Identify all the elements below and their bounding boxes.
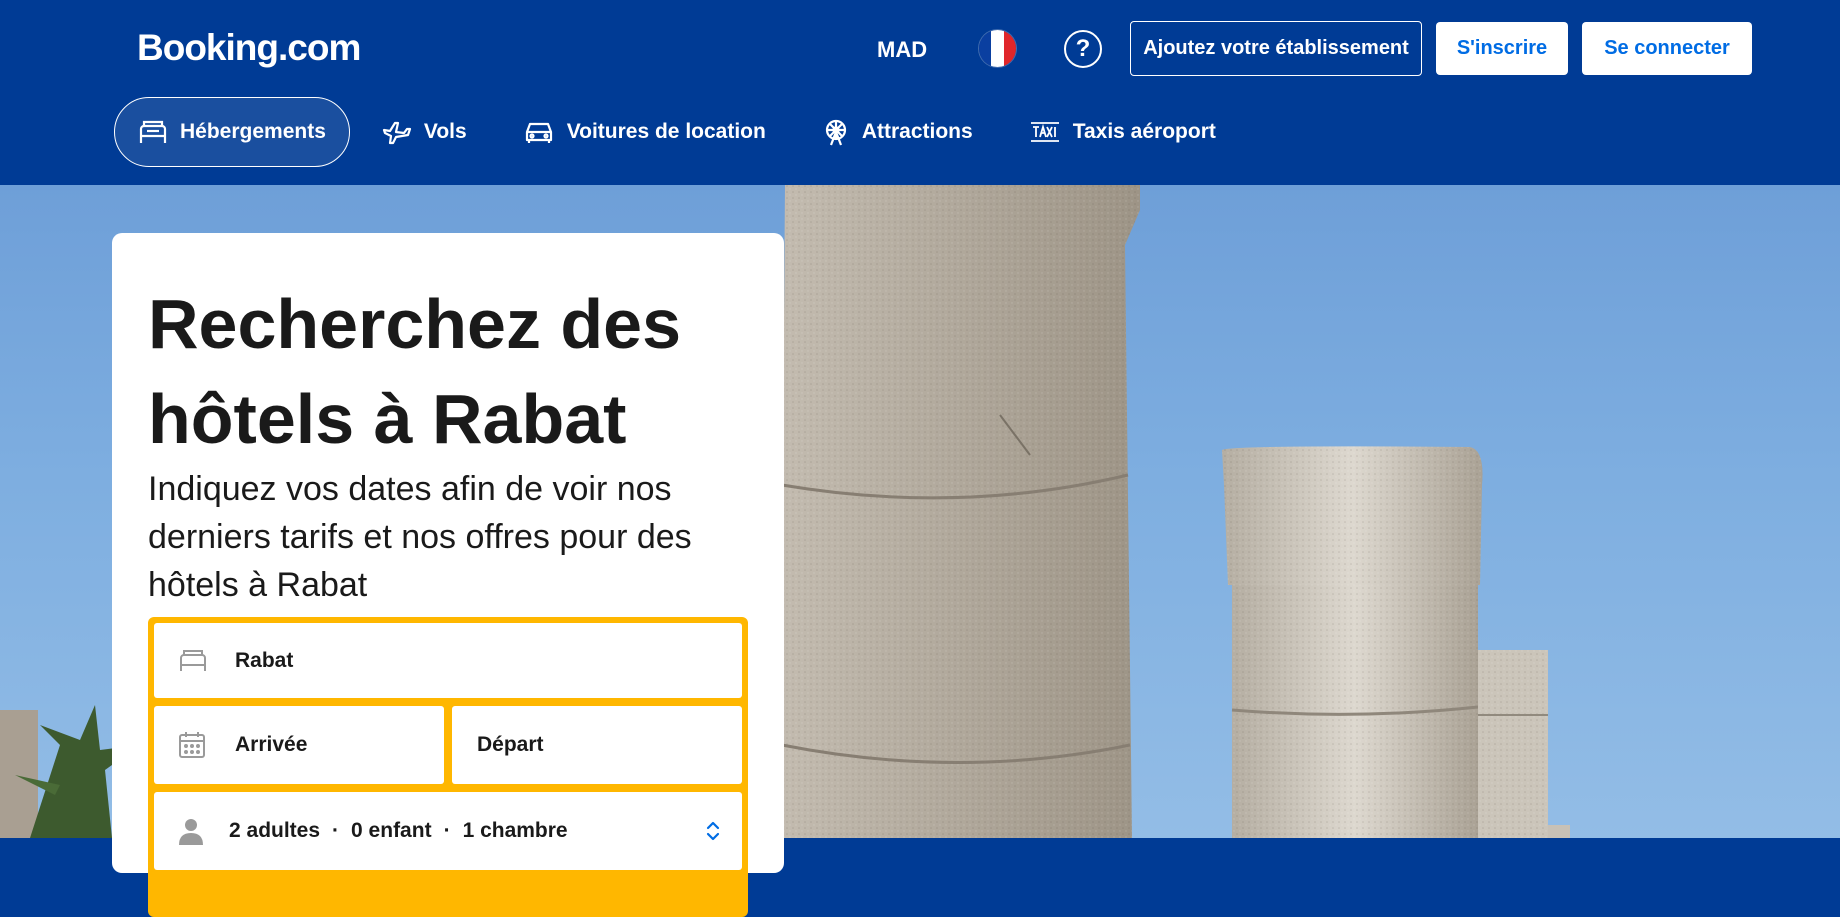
nav-item-label: Vols [423, 120, 467, 143]
nav-item-label: Voitures de location [566, 120, 766, 143]
nav-item-flights[interactable]: Vols [358, 97, 491, 167]
destination-field[interactable]: Rabat [154, 623, 742, 698]
plane-icon [382, 119, 412, 145]
header: Booking.com MAD ? Ajoutez votre établiss… [0, 0, 1840, 185]
sign-in-button[interactable]: Se connecter [1582, 22, 1752, 75]
nav-item-label: Hébergements [180, 120, 326, 143]
separator-dot: · [332, 819, 340, 842]
currency-selector[interactable]: MAD [877, 36, 927, 64]
nav-item-stays[interactable]: Hébergements [114, 97, 350, 167]
ferris-wheel-icon [822, 117, 850, 147]
guests-adults: 2 adultes [229, 819, 321, 842]
taxi-icon [1029, 120, 1061, 144]
language-flag-icon[interactable] [979, 30, 1016, 67]
page-subtitle: Indiquez vos dates afin de voir nos dern… [148, 470, 692, 604]
nav-item-airport-taxis[interactable]: Taxis aéroport [1005, 97, 1240, 167]
checkout-date-field[interactable]: Départ [452, 706, 742, 784]
help-icon[interactable]: ? [1064, 30, 1102, 68]
list-property-button[interactable]: Ajoutez votre établissement [1130, 21, 1422, 76]
checkin-placeholder: Arrivée [235, 733, 308, 756]
destination-value: Rabat [235, 648, 294, 672]
checkout-placeholder: Départ [477, 733, 544, 756]
nav-item-label: Taxis aéroport [1072, 120, 1216, 143]
booking-logo[interactable]: Booking.com [137, 26, 361, 70]
nav-item-attractions[interactable]: Attractions [798, 97, 997, 167]
checkin-date-field[interactable]: Arrivée [154, 706, 444, 784]
page-title: Recherchez des hôtels à Rabat [148, 285, 682, 458]
nav-item-car-rental[interactable]: Voitures de location [499, 97, 790, 167]
main-nav: Hébergements Vols Voitures de location A… [114, 97, 1248, 167]
search-box: Rabat Arrivée Départ 2 adultes · 0 enfan… [148, 617, 748, 917]
bed-icon [138, 119, 168, 145]
calendar-icon [178, 731, 206, 759]
guests-rooms: 1 chambre [462, 819, 568, 842]
chevron-up-down-icon[interactable] [706, 820, 720, 842]
search-card: Recherchez des hôtels à Rabat Indiquez v… [112, 233, 784, 917]
separator-dot: · [443, 819, 451, 842]
guests-children: 0 enfant [351, 819, 432, 842]
guests-field[interactable]: 2 adultes · 0 enfant · 1 chambre [154, 792, 742, 870]
person-icon [178, 817, 204, 845]
bed-icon [178, 649, 208, 673]
car-icon [523, 120, 555, 144]
register-button[interactable]: S'inscrire [1436, 22, 1568, 75]
nav-item-label: Attractions [861, 120, 973, 143]
